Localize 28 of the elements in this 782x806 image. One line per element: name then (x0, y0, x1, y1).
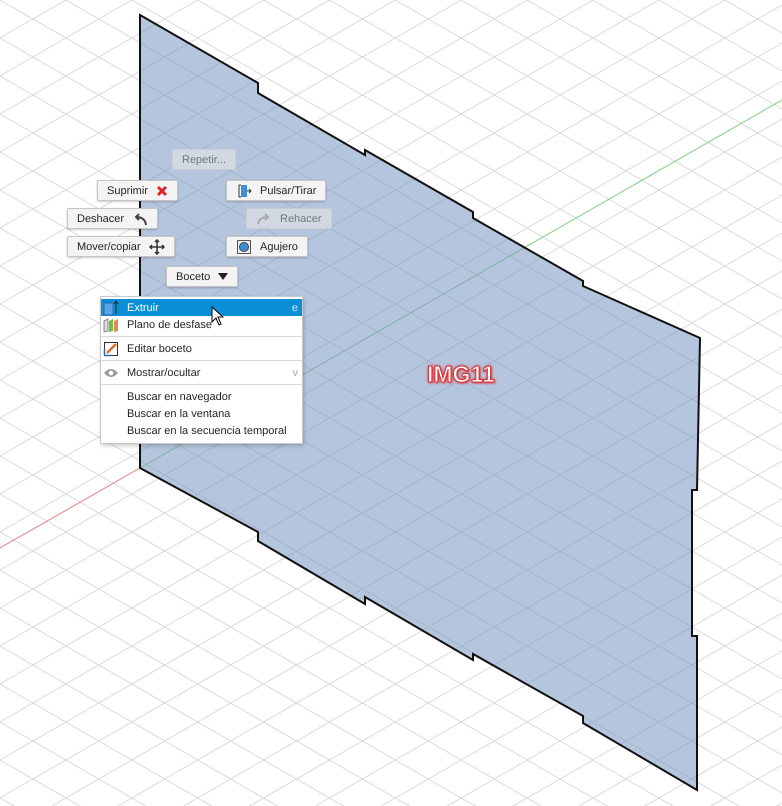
marking-menu-button[interactable]: Boceto (166, 266, 238, 287)
marking-menu-button[interactable]: Deshacer (67, 208, 158, 229)
redo-arrow-icon (256, 210, 272, 226)
shortcut-key: e (292, 302, 298, 314)
offset-plane-icon (103, 316, 119, 332)
image-label: IMG11 (427, 361, 495, 388)
mouse-pointer-icon (211, 306, 225, 326)
menu-item[interactable]: Plano de desfase (101, 316, 302, 333)
shortcut-key: v (292, 366, 298, 378)
marking-menu-button[interactable]: Agujero (226, 236, 308, 257)
eye-icon (103, 366, 119, 378)
undo-arrow-icon (132, 212, 148, 226)
edit-sketch-icon (103, 340, 119, 356)
menu-item[interactable]: Extruir e (101, 299, 302, 316)
menu-item[interactable]: Buscar en la secuencia temporal (101, 422, 302, 439)
press-pull-icon (236, 182, 252, 198)
extrude-icon (103, 300, 119, 316)
move-arrows-icon (148, 238, 165, 254)
menu-item[interactable]: Buscar en navegador (101, 388, 302, 405)
menu-item[interactable]: Mostrar/ocultar v (101, 364, 302, 381)
close-icon (156, 184, 168, 196)
marking-menu-button[interactable]: Pulsar/Tirar (226, 180, 326, 201)
menu-item[interactable]: Editar boceto (101, 340, 302, 357)
marking-menu-button[interactable]: Suprimir (97, 180, 178, 201)
marking-menu-button[interactable]: Mover/copiar (67, 236, 175, 257)
menu-item[interactable]: Buscar en la ventana (101, 405, 302, 422)
hole-icon (236, 238, 252, 254)
caret-icon (218, 272, 228, 280)
